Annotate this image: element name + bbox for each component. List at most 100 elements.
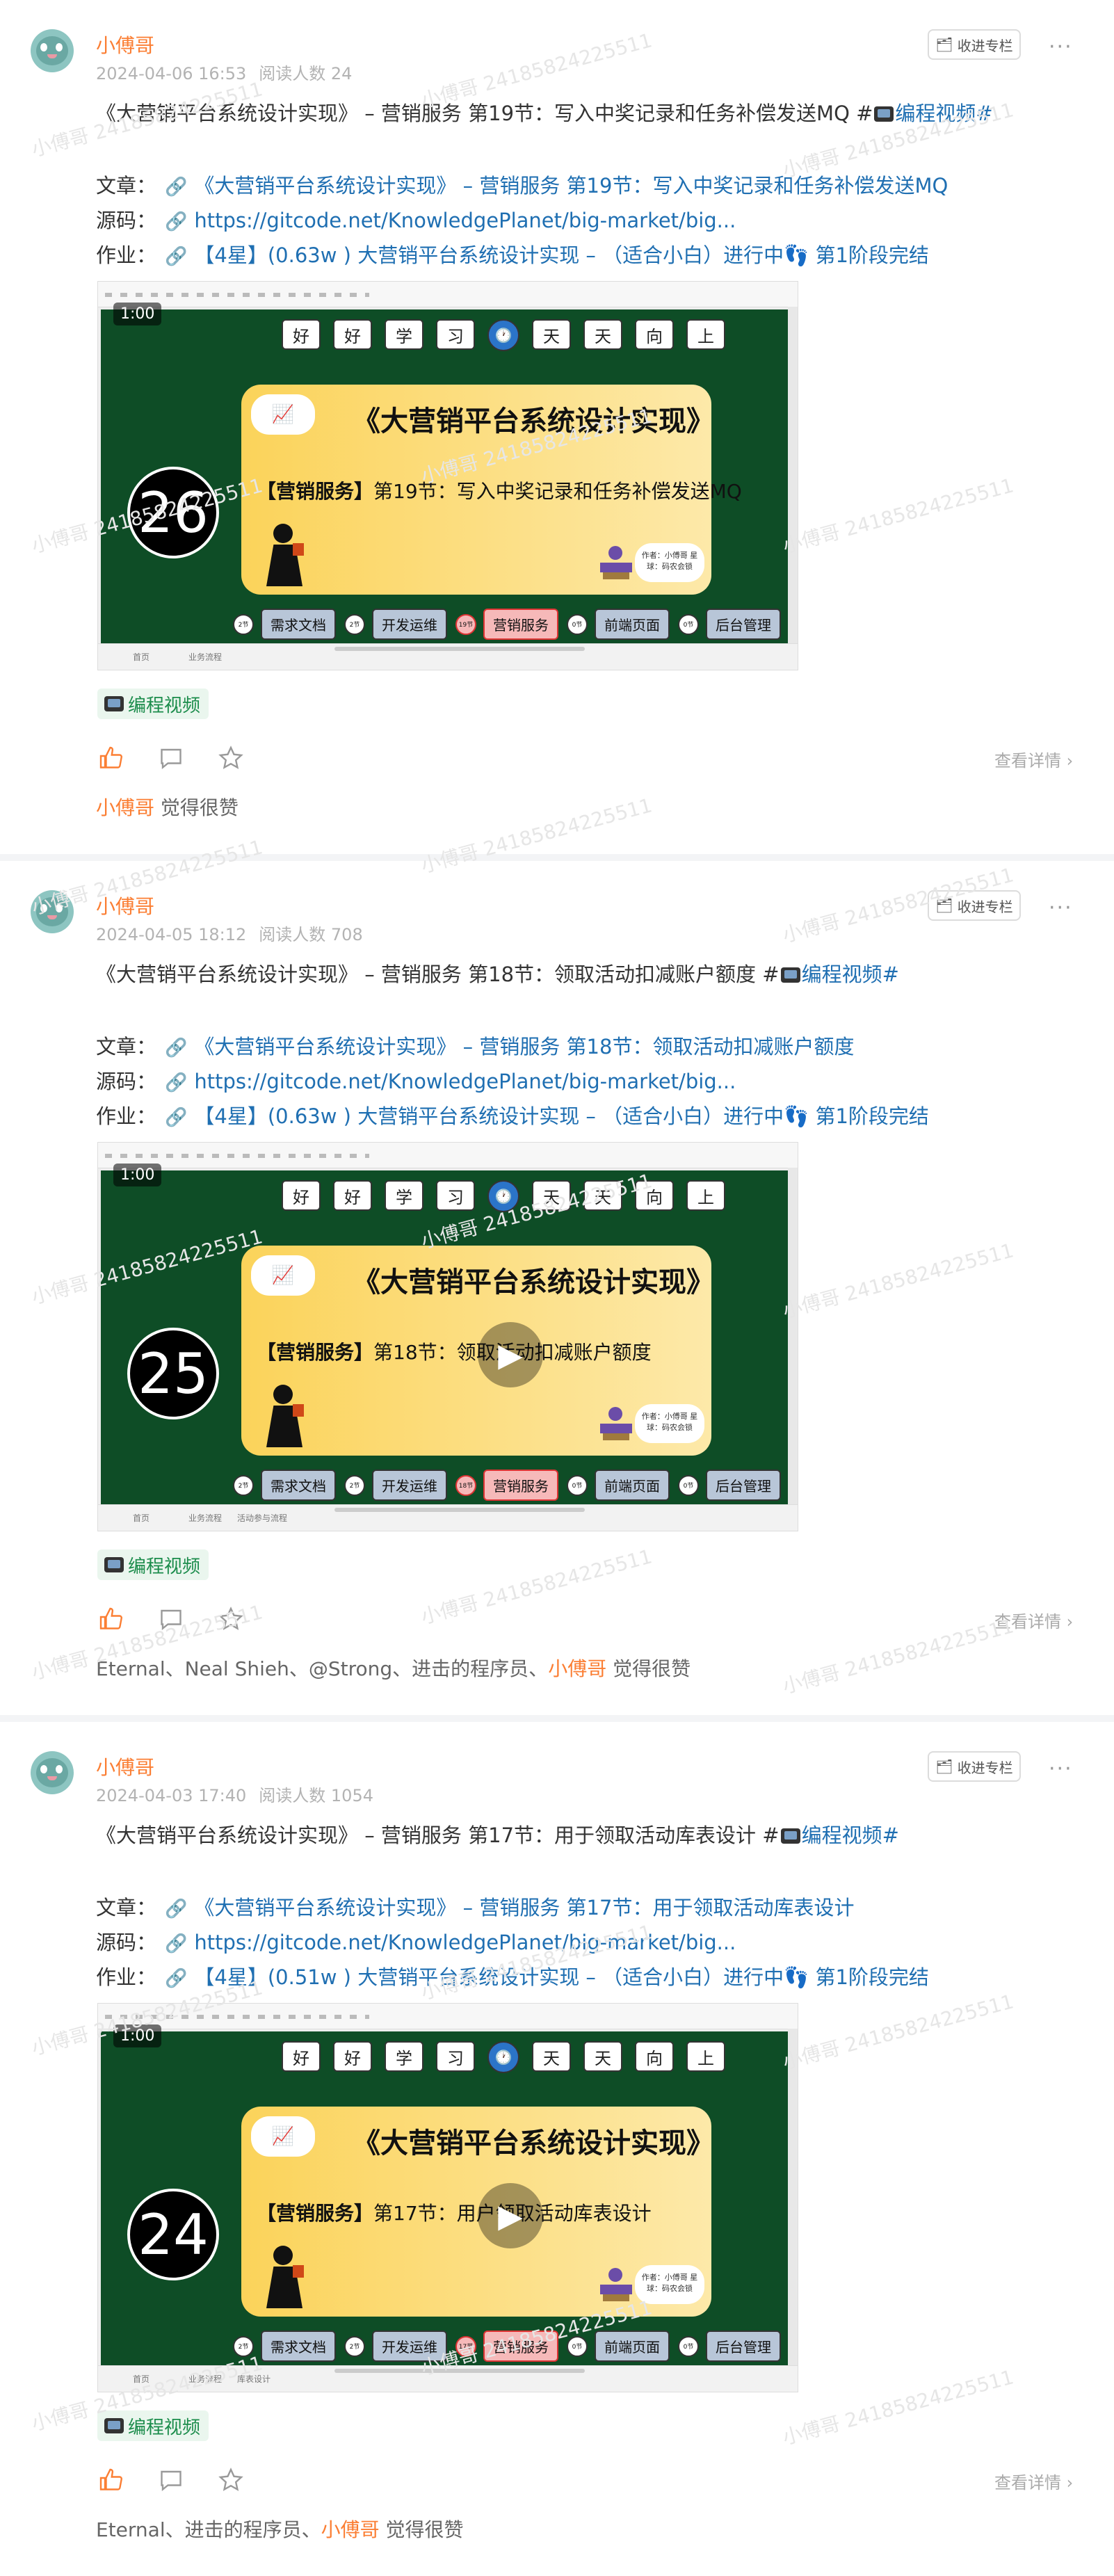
author-name[interactable]: 小傅哥 — [96, 892, 154, 919]
view-details-link[interactable]: 查看详情 › — [994, 747, 1073, 771]
article-link[interactable]: 《大营销平台系统设计实现》 – 营销服务 第19节：写入中奖记录和任务补偿发送M… — [194, 174, 948, 198]
slide-author-box: 作者：小傅哥 星球：码农会锁 — [635, 1404, 704, 1443]
video-player[interactable]: 好好学习 🕐 天天向上 26 📈 《大营销平台系统设计实现》 【营销服务】第19节：… — [97, 281, 798, 670]
favorite-star-icon[interactable] — [216, 1604, 246, 1634]
homework-link[interactable]: 【4星】(0.63w ) 大营销平台系统设计实现 – （适合小白）进行中👣 第1… — [194, 1104, 929, 1128]
chapter-count-badge: 0节 — [678, 613, 699, 635]
topic-label: 编程视频 — [128, 2417, 201, 2438]
post-title: 《大营销平台系统设计实现》 – 营销服务 第18节：领取活动扣减账户额度 # 编程… — [96, 958, 899, 988]
liker-names[interactable]: Eternal、Neal Shieh、@Strong、进击的程序员、 — [96, 1657, 548, 1680]
episode-number: 26 — [127, 467, 219, 558]
link-icon: 🔗 — [165, 1899, 188, 1919]
more-options-icon[interactable]: ··· — [1049, 896, 1073, 920]
video-stage: 好好学习 🕐 天天向上 26 📈 《大营销平台系统设计实现》 【营销服务】第19节：… — [101, 309, 789, 643]
article-link[interactable]: 《大营销平台系统设计实现》 – 营销服务 第17节：用于领取活动库表设计 — [194, 1896, 854, 1919]
bottom-tab: 首页 — [133, 1513, 150, 1523]
topic-label: 编程视频 — [128, 1556, 201, 1577]
chapter-tab: 0节 前端页面 — [567, 1470, 670, 1501]
collect-column-button[interactable]: 🗂 收进专栏 — [928, 1751, 1021, 1782]
chapter-tab: 2节 需求文档 — [233, 609, 336, 640]
chapter-count-badge: 2节 — [344, 2335, 365, 2357]
homework-link[interactable]: 【4星】(0.51w ) 大营销平台系统设计实现 – （适合小白）进行中👣 第1… — [194, 1965, 929, 1989]
link-icon: 🔗 — [165, 1968, 188, 1989]
clock-icon: 🕐 — [487, 1180, 519, 1212]
play-icon[interactable]: ▶ — [478, 1322, 543, 1387]
video-player[interactable]: 好好学习 🕐 天天向上 24 📈 《大营销平台系统设计实现》 【营销服务】第17节：… — [97, 2003, 798, 2392]
author-avatar[interactable] — [31, 29, 74, 72]
topic-tag[interactable]: 编程视频 — [97, 689, 209, 719]
more-options-icon[interactable]: ··· — [1049, 1757, 1073, 1781]
hashtag-link[interactable]: 编程视频# — [802, 963, 899, 986]
comment-icon[interactable] — [156, 743, 186, 773]
comment-icon[interactable] — [156, 1604, 186, 1634]
tv-icon — [104, 1557, 124, 1572]
chapter-tabs: 2节 需求文档 2节 开发运维 19节 营销服务 0节 前端页面 0节 后台管理 — [233, 609, 781, 640]
chapter-tab: 2节 需求文档 — [233, 1470, 336, 1501]
view-details-link[interactable]: 查看详情 › — [994, 2469, 1073, 2493]
chapter-tab: 0节 前端页面 — [567, 609, 670, 640]
motto-chip: 向 — [635, 319, 674, 350]
likes-line: Eternal、Neal Shieh、@Strong、进击的程序员、小傅哥 觉得… — [96, 1654, 691, 1682]
source-label: 源码： — [96, 209, 157, 232]
article-row: 文章： 🔗 《大营销平台系统设计实现》 – 营销服务 第19节：写入中奖记录和任务补… — [96, 170, 948, 199]
like-icon[interactable] — [96, 2465, 127, 2495]
source-link[interactable]: https://gitcode.net/KnowledgePlanet/big-… — [194, 1070, 736, 1093]
post-date: 2024-04-05 18:12 — [96, 925, 247, 944]
motto-chip: 上 — [686, 1180, 725, 1211]
link-icon: 🔗 — [165, 246, 188, 267]
like-icon[interactable] — [96, 1604, 127, 1634]
motto-chip: 好 — [282, 1180, 321, 1211]
liker-names[interactable]: Eternal、进击的程序员、 — [96, 2518, 321, 2541]
motto-chip: 学 — [385, 2041, 423, 2072]
chapter-tab: 2节 开发运维 — [344, 609, 447, 640]
post-meta: 2024-04-05 18:12 阅读人数 708 — [96, 921, 376, 945]
episode-number: 24 — [127, 2189, 219, 2280]
chart-icon: 📈 — [251, 2116, 315, 2157]
view-details-link[interactable]: 查看详情 › — [994, 1608, 1073, 1632]
hashtag-link[interactable]: 编程视频# — [895, 102, 992, 125]
video-player[interactable]: 好好学习 🕐 天天向上 25 📈 《大营销平台系统设计实现》 【营销服务】第18节：… — [97, 1142, 798, 1531]
bottom-tab: 业务流程 — [188, 652, 223, 662]
clock-icon: 🕐 — [487, 2041, 519, 2073]
bottom-tab: 业务流程 — [188, 1513, 223, 1523]
favorite-star-icon[interactable] — [216, 743, 246, 773]
author-avatar[interactable] — [31, 1751, 74, 1794]
chapter-count-badge: 2节 — [344, 613, 365, 635]
hashtag-link[interactable]: 编程视频# — [802, 1824, 899, 1847]
more-options-icon[interactable]: ··· — [1049, 35, 1073, 59]
chapter-count-badge: 2节 — [233, 1474, 254, 1496]
title-slide: 📈 《大营销平台系统设计实现》 【营销服务】第17节：用户领取活动库表设计 作者… — [241, 2107, 714, 2317]
chapter-count-badge: 0节 — [567, 2335, 588, 2357]
source-link[interactable]: https://gitcode.net/KnowledgePlanet/big-… — [194, 1931, 736, 1954]
favorite-star-icon[interactable] — [216, 2465, 246, 2495]
source-link[interactable]: https://gitcode.net/KnowledgePlanet/big-… — [194, 209, 736, 232]
collect-column-button[interactable]: 🗂 收进专栏 — [928, 29, 1021, 60]
play-icon[interactable]: ▶ — [478, 2183, 543, 2248]
episode-number: 25 — [127, 1328, 219, 1419]
article-link[interactable]: 《大营销平台系统设计实现》 – 营销服务 第18节：领取活动扣减账户额度 — [194, 1035, 854, 1058]
tv-icon — [104, 2418, 124, 2433]
author-name[interactable]: 小傅哥 — [96, 1753, 154, 1780]
author-avatar[interactable] — [31, 890, 74, 933]
collect-column-button[interactable]: 🗂 收进专栏 — [928, 890, 1021, 921]
liker-me[interactable]: 小傅哥 — [548, 1657, 606, 1680]
chapter-count-badge: 0节 — [678, 1474, 699, 1496]
topic-tag[interactable]: 编程视频 — [97, 1549, 209, 1580]
video-timestamp: 1:00 — [113, 1164, 162, 1186]
comment-icon[interactable] — [156, 2465, 186, 2495]
chapter-tab: 2节 开发运维 — [344, 1470, 447, 1501]
like-icon[interactable] — [96, 743, 127, 773]
bottom-tab: 库表设计 — [237, 2374, 271, 2384]
video-timestamp: 1:00 — [113, 303, 162, 325]
motto-chip: 好 — [282, 2041, 321, 2072]
homework-link[interactable]: 【4星】(0.63w ) 大营销平台系统设计实现 – （适合小白）进行中👣 第1… — [194, 243, 929, 267]
chapter-tab-label: 需求文档 — [261, 609, 336, 640]
post-title: 《大营销平台系统设计实现》 – 营销服务 第19节：写入中奖记录和任务补偿发送M… — [96, 97, 993, 127]
post-date: 2024-04-03 17:40 — [96, 1786, 247, 1805]
chapter-tab-label: 后台管理 — [706, 2331, 781, 2362]
topic-tag[interactable]: 编程视频 — [97, 2410, 209, 2441]
title-slide: 📈 《大营销平台系统设计实现》 【营销服务】第18节：领取活动扣减账户额度 作者… — [241, 1246, 714, 1456]
liker-me[interactable]: 小傅哥 — [321, 2518, 380, 2541]
liker-me[interactable]: 小傅哥 — [96, 796, 154, 819]
author-name[interactable]: 小傅哥 — [96, 31, 154, 58]
